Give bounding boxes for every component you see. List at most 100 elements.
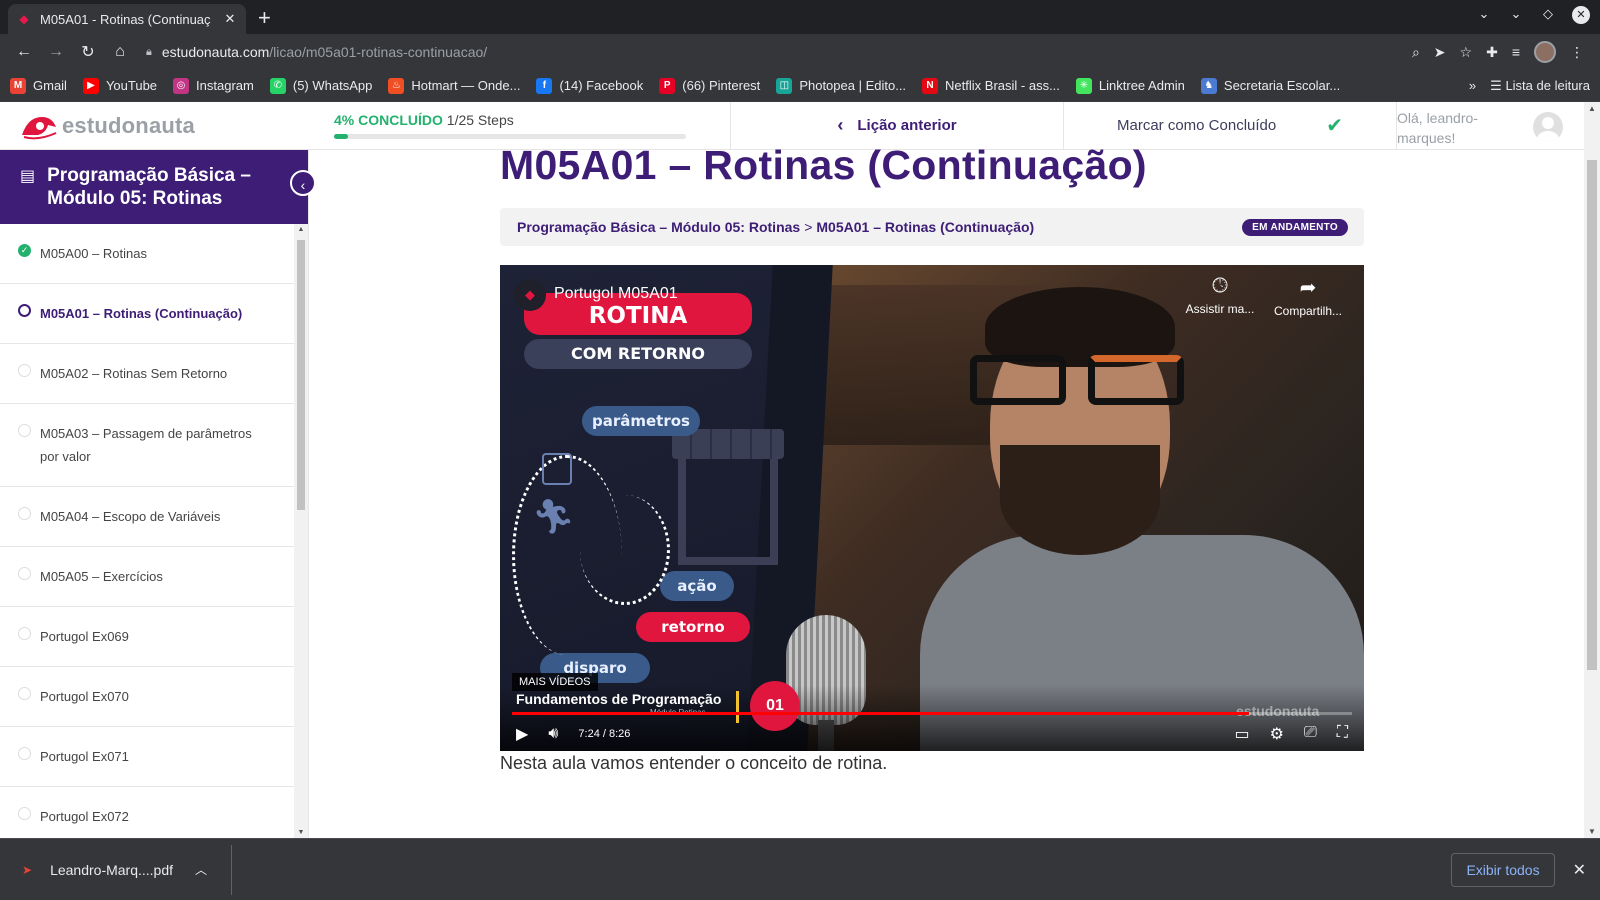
sidebar-scrollbar[interactable]: ▲ ▼ bbox=[294, 224, 308, 838]
chevron-up-icon[interactable]: ︿ bbox=[195, 861, 207, 878]
breadcrumb: Programação Básica – Módulo 05: Rotinas … bbox=[500, 208, 1364, 246]
progress-percent: 4% CONCLUÍDO bbox=[334, 112, 443, 128]
minimize-icon[interactable]: ⌄ bbox=[1508, 6, 1524, 24]
clock-icon: 🕓︎ bbox=[1212, 275, 1228, 297]
bookmark-item[interactable]: ✳ Linktree Admin bbox=[1075, 77, 1185, 94]
video-title[interactable]: Portugol M05A01 bbox=[554, 285, 678, 303]
bookmark-label: Gmail bbox=[33, 78, 67, 93]
tab-active[interactable]: ◆ M05A01 - Rotinas (Continuaç ✕ bbox=[8, 4, 246, 34]
home-icon[interactable]: ⌂ bbox=[104, 43, 136, 61]
progress-bar-fill bbox=[334, 134, 349, 139]
user-area[interactable]: Olá, leandro-marques! bbox=[1396, 102, 1584, 149]
window-close-icon[interactable]: ✕ bbox=[1572, 6, 1590, 24]
fullscreen-icon[interactable]: ⛶ bbox=[1337, 724, 1348, 744]
lock-icon[interactable]: 🔒︎ bbox=[146, 46, 152, 59]
zoom-icon[interactable]: ⌕ bbox=[1412, 44, 1420, 61]
bookmark-star-icon[interactable]: ☆ bbox=[1460, 44, 1473, 61]
more-videos-button[interactable]: MAIS VÍDEOS bbox=[512, 673, 598, 691]
forward-icon[interactable]: → bbox=[40, 43, 72, 61]
course-sidebar: ▤ Programação Básica – Módulo 05: Rotina… bbox=[0, 150, 316, 838]
sidebar-lesson-item[interactable]: M05A05 – Exercícios bbox=[0, 547, 294, 607]
sidebar-lesson-item[interactable]: Portugol Ex072 bbox=[0, 787, 294, 838]
download-item[interactable]: ➤ Leandro-Marq....pdf ︿ bbox=[0, 844, 232, 895]
extensions-icon[interactable]: ✚ bbox=[1486, 44, 1498, 61]
bookmark-item[interactable]: ▶ YouTube bbox=[82, 77, 157, 94]
bookmark-item[interactable]: ◎ Instagram bbox=[173, 77, 254, 94]
bookmark-label: (5) WhatsApp bbox=[292, 78, 373, 93]
channel-avatar-icon[interactable]: ◆ bbox=[514, 279, 546, 311]
sidebar-lesson-item[interactable]: M05A02 – Rotinas Sem Retorno bbox=[0, 344, 294, 404]
bookmark-favicon-icon: ♞ bbox=[1200, 77, 1217, 94]
watch-later-button[interactable]: 🕓︎ Assistir ma... bbox=[1180, 275, 1260, 316]
sidebar-lesson-item[interactable]: M05A01 – Rotinas (Continuação) bbox=[0, 284, 294, 344]
bookmark-item[interactable]: M Gmail bbox=[10, 77, 67, 94]
reading-list-label: Lista de leitura bbox=[1505, 77, 1590, 93]
bookmark-item[interactable]: ✆ (5) WhatsApp bbox=[269, 77, 373, 94]
status-badge: EM ANDAMENTO bbox=[1242, 218, 1348, 236]
more-bookmarks-icon[interactable]: » bbox=[1469, 78, 1476, 93]
bookmark-item[interactable]: ◫ Photopea | Edito... bbox=[776, 77, 906, 94]
breadcrumb-separator: > bbox=[804, 219, 813, 235]
bookmark-item[interactable]: N Netflix Brasil - ass... bbox=[922, 77, 1060, 94]
sidebar-lesson-item[interactable]: Portugol Ex069 bbox=[0, 607, 294, 667]
bookmark-item[interactable]: ♨ Hotmart — Onde... bbox=[388, 77, 520, 94]
bookmark-label: Secretaria Escolar... bbox=[1223, 78, 1341, 93]
user-avatar[interactable] bbox=[1533, 112, 1563, 142]
new-tab-icon[interactable]: + bbox=[258, 5, 271, 31]
page-scrollbar[interactable]: ▲ ▼ bbox=[1584, 102, 1600, 838]
bookmark-favicon-icon: N bbox=[922, 77, 939, 94]
scroll-up-icon[interactable]: ▲ bbox=[294, 226, 308, 233]
check-icon: ✔ bbox=[1326, 115, 1343, 137]
play-icon[interactable]: ▶ bbox=[516, 724, 528, 744]
send-icon[interactable]: ➤ bbox=[1434, 44, 1446, 61]
close-download-bar-icon[interactable]: ✕ bbox=[1573, 860, 1586, 880]
subtitles-icon[interactable]: ▭ bbox=[1235, 724, 1250, 744]
bookmark-item[interactable]: P (66) Pinterest bbox=[659, 77, 760, 94]
video-progress-fill bbox=[512, 712, 1249, 715]
lesson-description: Nesta aula vamos entender o conceito de … bbox=[500, 753, 888, 773]
sidebar-collapse-button[interactable]: ‹ bbox=[290, 170, 316, 196]
video-progress-bar[interactable] bbox=[512, 712, 1352, 715]
video-player[interactable]: ROTINA COM RETORNO parâmetros ação retor… bbox=[500, 265, 1364, 751]
tab-search-icon[interactable]: ⌄ bbox=[1476, 6, 1492, 24]
lesson-status-circle-icon bbox=[18, 747, 31, 760]
lesson-status-circle-icon bbox=[18, 424, 31, 437]
thumb-retorno: retorno bbox=[636, 612, 750, 642]
sidebar-lesson-item[interactable]: M05A03 – Passagem de parâmetros por valo… bbox=[0, 404, 294, 487]
page-scroll-thumb[interactable] bbox=[1587, 160, 1597, 670]
close-tab-icon[interactable]: ✕ bbox=[222, 11, 238, 27]
restore-icon[interactable]: ◇ bbox=[1540, 6, 1556, 24]
page-scroll-up-icon[interactable]: ▲ bbox=[1584, 104, 1600, 113]
page-scroll-down-icon[interactable]: ▼ bbox=[1584, 827, 1600, 836]
breadcrumb-course[interactable]: Programação Básica – Módulo 05: Rotinas bbox=[517, 219, 800, 235]
sidebar-lesson-item[interactable]: Portugol Ex071 bbox=[0, 727, 294, 787]
bookmark-label: Instagram bbox=[196, 78, 254, 93]
profile-avatar[interactable] bbox=[1534, 41, 1556, 63]
share-button[interactable]: ➦ Compartilh... bbox=[1268, 275, 1348, 318]
breadcrumb-lesson[interactable]: M05A01 – Rotinas (Continuação) bbox=[816, 219, 1034, 235]
logo[interactable]: estudonauta bbox=[0, 102, 230, 149]
cast-icon[interactable]: ⎚ bbox=[1304, 724, 1317, 744]
media-queue-icon[interactable]: ≡ bbox=[1512, 44, 1520, 60]
reading-list[interactable]: ☰ Lista de leitura bbox=[1490, 78, 1590, 94]
download-file-name: Leandro-Marq....pdf bbox=[50, 861, 174, 878]
show-all-downloads-button[interactable]: Exibir todos bbox=[1451, 852, 1555, 887]
bookmark-item[interactable]: ♞ Secretaria Escolar... bbox=[1200, 77, 1341, 94]
progress-bar bbox=[334, 134, 686, 139]
scroll-down-icon[interactable]: ▼ bbox=[294, 829, 308, 836]
bookmark-item[interactable]: f (14) Facebook bbox=[536, 77, 643, 94]
sidebar-lesson-item[interactable]: ✓ M05A00 – Rotinas bbox=[0, 224, 294, 284]
lesson-status-circle-icon bbox=[18, 507, 31, 520]
volume-icon[interactable]: 🔊︎ bbox=[548, 725, 558, 743]
sidebar-lesson-item[interactable]: Portugol Ex070 bbox=[0, 667, 294, 727]
lesson-status-circle-icon bbox=[18, 807, 31, 820]
sidebar-scroll-thumb[interactable] bbox=[297, 240, 305, 510]
sidebar-lesson-item[interactable]: M05A04 – Escopo de Variáveis bbox=[0, 487, 294, 547]
reload-icon[interactable]: ↻ bbox=[72, 42, 104, 62]
web-page: estudonauta 4% CONCLUÍDO 1/25 Steps ‹ Li… bbox=[0, 102, 1584, 838]
menu-kebab-icon[interactable]: ⋮ bbox=[1570, 44, 1584, 61]
lesson-status-circle-icon bbox=[18, 364, 31, 377]
back-icon[interactable]: ← bbox=[8, 43, 40, 61]
settings-gear-icon[interactable]: ⚙ bbox=[1270, 724, 1284, 744]
address-bar[interactable]: 🔒︎ estudonauta.com/licao/m05a01-rotinas-… bbox=[146, 38, 1412, 66]
